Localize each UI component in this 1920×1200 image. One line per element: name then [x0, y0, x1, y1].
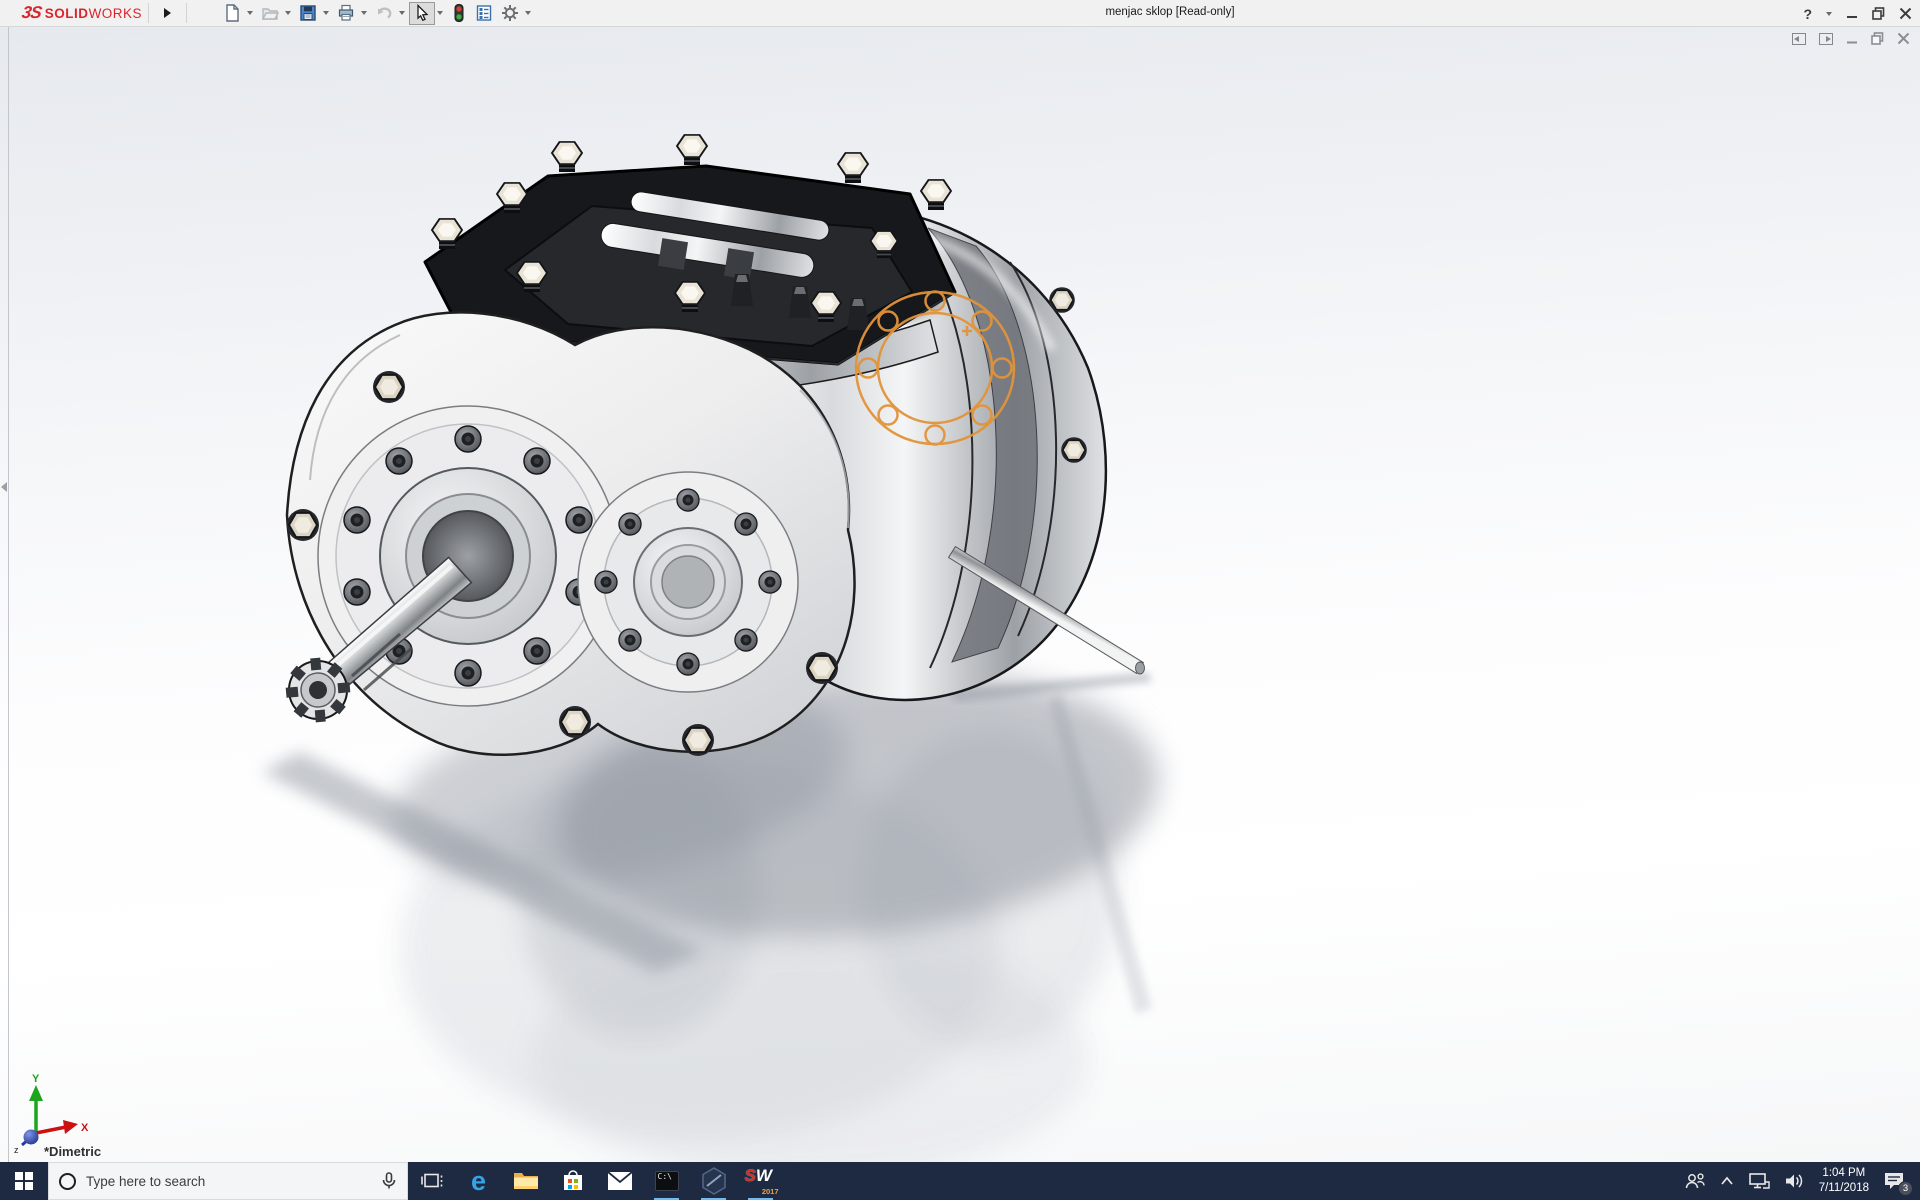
options-button[interactable]	[497, 2, 523, 25]
graphics-viewport[interactable]: Y X z *Dimetric	[0, 27, 1920, 1162]
select-button[interactable]	[409, 2, 435, 25]
print-icon	[336, 3, 356, 23]
people-icon	[1684, 1172, 1706, 1190]
notification-badge: 3	[1898, 1181, 1913, 1196]
display-settings-button[interactable]	[471, 2, 497, 25]
clock-time: 1:04 PM	[1819, 1166, 1869, 1181]
title-bar: 3S SOLID WORKS	[0, 0, 1920, 27]
undo-button[interactable]	[371, 2, 397, 25]
undo-dropdown[interactable]	[399, 11, 405, 15]
doc-close-button[interactable]	[1897, 32, 1910, 45]
clock[interactable]: 1:04 PM 7/11/2018	[1811, 1166, 1877, 1196]
print-dropdown[interactable]	[361, 11, 367, 15]
gearbox-assembly-model	[0, 27, 1920, 1162]
task-view-button[interactable]	[408, 1162, 455, 1200]
file-explorer-icon	[513, 1170, 539, 1192]
open-dropdown[interactable]	[285, 11, 291, 15]
minimize-button[interactable]	[1846, 8, 1858, 20]
solidworks-logo-text-bold: SOLID	[45, 6, 89, 21]
new-document-dropdown[interactable]	[247, 11, 253, 15]
system-tray: 1:04 PM 7/11/2018 3	[1677, 1162, 1920, 1200]
search-input[interactable]	[86, 1174, 371, 1189]
solidworks-window: 3S SOLID WORKS	[0, 0, 1920, 1200]
pane-left-arrow-icon	[1794, 36, 1799, 42]
windows-logo-icon	[15, 1172, 33, 1190]
taskbar-item-solidworks[interactable]: SW 2017	[737, 1162, 784, 1200]
solidworks-logo-mark: 3S	[20, 3, 42, 23]
options-gear-icon	[500, 3, 520, 23]
taskbar-item-hexagon-app[interactable]	[690, 1162, 737, 1200]
undo-icon	[374, 3, 394, 23]
rebuild-button[interactable]	[447, 2, 471, 25]
taskbar-item-file-explorer[interactable]	[502, 1162, 549, 1200]
axis-z-label: z	[14, 1145, 19, 1155]
select-dropdown[interactable]	[437, 11, 443, 15]
microphone-icon[interactable]	[381, 1172, 397, 1190]
open-icon	[260, 3, 280, 23]
save-icon	[298, 3, 318, 23]
print-button[interactable]	[333, 2, 359, 25]
close-button[interactable]	[1899, 7, 1912, 20]
collapse-right-pane-button[interactable]	[1819, 33, 1833, 45]
taskbar-search[interactable]	[48, 1162, 408, 1200]
tray-overflow-button[interactable]	[1713, 1162, 1741, 1200]
window-title: menjac sklop [Read-only]	[1040, 6, 1300, 18]
flyout-arrow-icon	[164, 8, 171, 18]
cortana-icon	[59, 1173, 76, 1190]
output-shaft-boss	[578, 472, 798, 692]
save-button[interactable]	[295, 2, 321, 25]
display-settings-icon	[474, 3, 494, 23]
store-icon	[561, 1169, 585, 1193]
doc-restore-button[interactable]	[1871, 32, 1884, 45]
help-dropdown[interactable]	[1826, 12, 1832, 16]
start-button[interactable]	[0, 1162, 48, 1200]
command-prompt-icon: C:\	[655, 1171, 679, 1191]
taskbar-item-mail[interactable]	[596, 1162, 643, 1200]
action-center-button[interactable]: 3	[1877, 1162, 1915, 1200]
taskbar-item-store[interactable]	[549, 1162, 596, 1200]
axis-y-label: Y	[32, 1073, 40, 1085]
people-button[interactable]	[1677, 1162, 1713, 1200]
windows-taskbar: e C:\	[0, 1162, 1920, 1200]
speaker-icon	[1784, 1172, 1804, 1190]
edge-icon: e	[471, 1168, 486, 1195]
open-button[interactable]	[257, 2, 283, 25]
taskbar-item-command-prompt[interactable]: C:\	[643, 1162, 690, 1200]
view-orientation-label: *Dimetric	[44, 1144, 101, 1159]
pane-right-arrow-icon	[1826, 36, 1831, 42]
mail-icon	[607, 1171, 633, 1191]
taskbar-item-edge[interactable]: e	[455, 1162, 502, 1200]
select-cursor-icon	[412, 3, 432, 23]
toolbar-separator	[186, 3, 187, 23]
restore-button[interactable]	[1872, 7, 1885, 20]
rebuild-traffic-light-icon	[450, 3, 468, 23]
chevron-up-icon	[1720, 1176, 1734, 1186]
network-button[interactable]	[1741, 1162, 1777, 1200]
new-document-icon	[222, 3, 242, 23]
toolbar-separator	[148, 3, 149, 23]
doc-minimize-button[interactable]	[1846, 33, 1858, 45]
axis-x-label: X	[81, 1122, 89, 1134]
document-window-controls	[1792, 32, 1910, 45]
network-icon	[1748, 1172, 1770, 1190]
help-button[interactable]: ?	[1803, 6, 1812, 22]
save-dropdown[interactable]	[323, 11, 329, 15]
clock-date: 7/11/2018	[1819, 1181, 1869, 1196]
options-dropdown[interactable]	[525, 11, 531, 15]
task-view-icon	[421, 1172, 443, 1190]
solidworks-logo: 3S SOLID WORKS	[22, 3, 142, 23]
solidworks-logo-text-light: WORKS	[89, 6, 143, 21]
new-document-button[interactable]	[219, 2, 245, 25]
solidworks-2017-icon: SW 2017	[745, 1167, 777, 1195]
hexagon-app-icon	[701, 1167, 727, 1195]
volume-button[interactable]	[1777, 1162, 1811, 1200]
collapse-left-pane-button[interactable]	[1792, 33, 1806, 45]
toolbar-flyout-button[interactable]	[155, 2, 180, 25]
